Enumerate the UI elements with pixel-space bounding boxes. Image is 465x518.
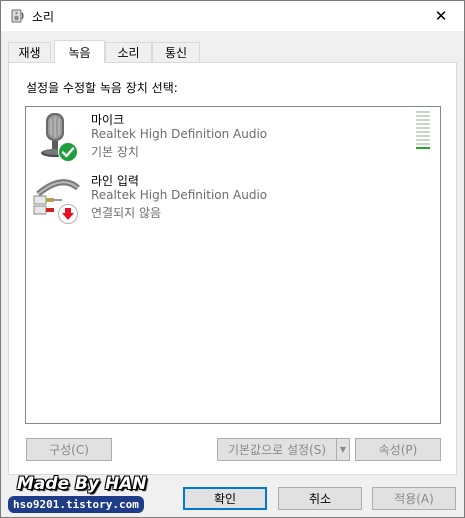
- level-segment: [416, 111, 430, 113]
- tab-communications[interactable]: 통신: [152, 42, 200, 62]
- level-meter: [416, 111, 430, 151]
- device-driver: Realtek High Definition Audio: [91, 127, 268, 141]
- watermark-url: hso9201.tistory.com: [8, 496, 144, 513]
- chevron-down-icon: ▼: [339, 445, 347, 454]
- device-driver: Realtek High Definition Audio: [91, 188, 268, 202]
- tab-playback[interactable]: 재생: [8, 42, 51, 62]
- sound-dialog: 소리 ✕ 재생 녹음 소리 통신 설정을 수정할 녹음 장치 선택: 마이크 R…: [0, 0, 465, 518]
- tab-sounds[interactable]: 소리: [105, 42, 152, 62]
- recording-panel: 설정을 수정할 녹음 장치 선택: 마이크 Realtek High Defin…: [8, 62, 457, 475]
- device-item-microphone[interactable]: 마이크 Realtek High Definition Audio 기본 장치: [26, 107, 440, 165]
- device-item-line-in[interactable]: 라인 입력 Realtek High Definition Audio 연결되지…: [26, 168, 440, 226]
- title-bar[interactable]: 소리 ✕: [1, 1, 464, 31]
- level-segment: [416, 119, 430, 121]
- configure-button[interactable]: 구성(C): [26, 438, 112, 461]
- speaker-icon: [10, 8, 26, 24]
- level-segment: [416, 127, 430, 129]
- ok-button[interactable]: 확인: [183, 487, 267, 510]
- level-segment: [416, 143, 430, 145]
- level-segment: [416, 131, 430, 133]
- default-check-icon: [58, 142, 78, 165]
- level-segment: [416, 123, 430, 125]
- device-status: 기본 장치: [91, 145, 139, 159]
- device-list[interactable]: 마이크 Realtek High Definition Audio 기본 장치: [25, 106, 441, 424]
- set-default-dropdown[interactable]: ▼: [336, 438, 350, 461]
- level-segment: [416, 139, 430, 141]
- close-button[interactable]: ✕: [418, 1, 464, 31]
- device-status: 연결되지 않음: [91, 206, 162, 220]
- window-title: 소리: [32, 10, 55, 24]
- level-segment: [416, 135, 430, 137]
- instruction-label: 설정을 수정할 녹음 장치 선택:: [26, 81, 178, 95]
- tab-recording[interactable]: 녹음: [54, 40, 105, 63]
- apply-button[interactable]: 적용(A): [372, 487, 456, 510]
- tab-strip: 재생 녹음 소리 통신: [8, 40, 458, 63]
- disconnected-arrow-icon: [58, 204, 78, 227]
- set-default-button[interactable]: 기본값으로 설정(S): [217, 438, 337, 461]
- watermark-title: Made By HAN: [17, 474, 147, 494]
- device-name: 라인 입력: [91, 174, 139, 188]
- device-name: 마이크: [91, 113, 125, 127]
- level-segment: [416, 147, 430, 149]
- properties-button[interactable]: 속성(P): [355, 438, 441, 461]
- level-segment: [416, 115, 430, 117]
- cancel-button[interactable]: 취소: [278, 487, 362, 510]
